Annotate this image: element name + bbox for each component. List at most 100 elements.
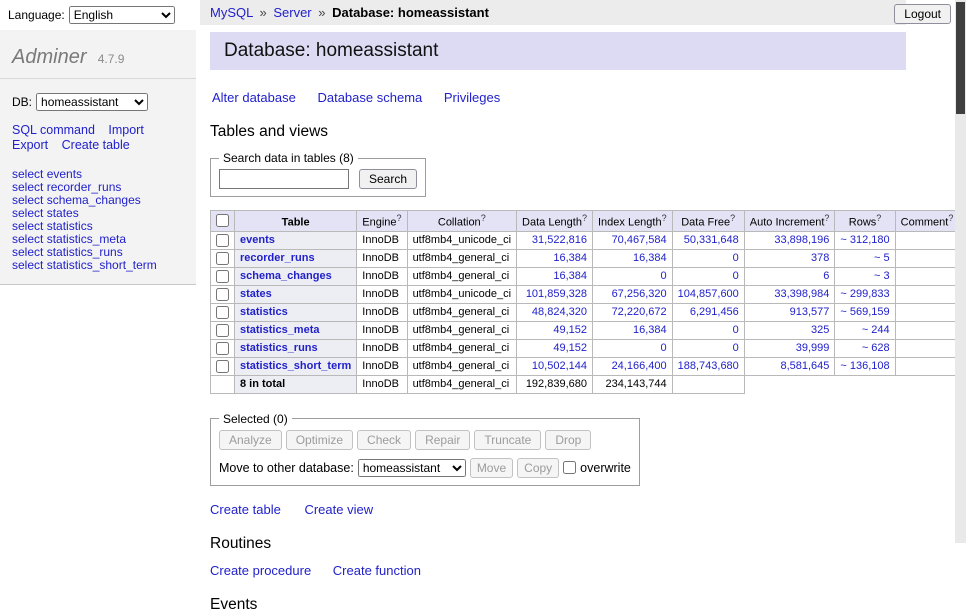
sidebar-select-link[interactable]: select [12, 180, 43, 194]
sidebar-table-link[interactable]: statistics_runs [47, 245, 123, 259]
auto-increment-link[interactable]: 6 [823, 270, 829, 282]
row-checkbox[interactable] [216, 270, 229, 283]
rows-link[interactable]: ~ 569,159 [840, 306, 889, 318]
adminer-logo-link[interactable]: Adminer [12, 46, 86, 68]
help-link[interactable]: ? [582, 213, 587, 223]
sidebar-select-link[interactable]: select [12, 258, 43, 272]
create-function-link[interactable]: Create function [333, 563, 421, 578]
auto-increment-link[interactable]: 33,398,984 [774, 288, 829, 300]
vertical-scrollbar[interactable] [955, 0, 966, 543]
sidebar-create-table-link[interactable]: Create table [62, 138, 130, 152]
sidebar-table-link[interactable]: statistics_short_term [47, 258, 157, 272]
scrollbar-thumb[interactable] [956, 2, 965, 114]
privileges-link[interactable]: Privileges [444, 90, 500, 105]
row-checkbox[interactable] [216, 252, 229, 265]
index-length-link[interactable]: 70,467,584 [612, 234, 667, 246]
help-link[interactable]: ? [397, 213, 402, 223]
sidebar-table-link[interactable]: statistics [47, 219, 93, 233]
sidebar-select-link[interactable]: select [12, 232, 43, 246]
row-checkbox[interactable] [216, 324, 229, 337]
table-link[interactable]: states [240, 288, 272, 300]
db-select[interactable]: homeassistant [36, 93, 148, 111]
analyze-button[interactable]: Analyze [219, 430, 282, 450]
sidebar-import-link[interactable]: Import [108, 123, 143, 137]
data-free-link[interactable]: 0 [733, 324, 739, 336]
database-schema-link[interactable]: Database schema [317, 90, 422, 105]
row-checkbox[interactable] [216, 360, 229, 373]
sidebar-sql-command-link[interactable]: SQL command [12, 123, 95, 137]
sidebar-select-link[interactable]: select [12, 219, 43, 233]
auto-increment-link[interactable]: 8,581,645 [780, 360, 829, 372]
breadcrumb-server-link[interactable]: Server [273, 5, 311, 20]
table-link[interactable]: recorder_runs [240, 252, 315, 264]
sidebar-select-link[interactable]: select [12, 245, 43, 259]
row-checkbox[interactable] [216, 306, 229, 319]
index-length-link[interactable]: 16,384 [633, 252, 667, 264]
help-link[interactable]: ? [876, 213, 881, 223]
rows-link[interactable]: ~ 5 [874, 252, 890, 264]
index-length-link[interactable]: 72,220,672 [612, 306, 667, 318]
data-free-link[interactable]: 0 [733, 252, 739, 264]
index-length-link[interactable]: 0 [661, 342, 667, 354]
check-button[interactable]: Check [357, 430, 411, 450]
data-free-link[interactable]: 104,857,600 [678, 288, 739, 300]
data-length-link[interactable]: 49,152 [553, 342, 587, 354]
auto-increment-link[interactable]: 39,999 [796, 342, 830, 354]
data-length-link[interactable]: 101,859,328 [526, 288, 587, 300]
logout-button[interactable]: Logout [894, 4, 951, 24]
move-db-select[interactable]: homeassistant [358, 459, 466, 477]
index-length-link[interactable]: 0 [661, 270, 667, 282]
index-length-link[interactable]: 16,384 [633, 324, 667, 336]
data-length-link[interactable]: 49,152 [553, 324, 587, 336]
index-length-link[interactable]: 24,166,400 [612, 360, 667, 372]
search-input[interactable] [219, 169, 349, 189]
sidebar-table-link[interactable]: events [47, 167, 82, 181]
language-select[interactable]: English [69, 6, 175, 24]
rows-link[interactable]: ~ 312,180 [840, 234, 889, 246]
sidebar-export-link[interactable]: Export [12, 138, 48, 152]
row-checkbox[interactable] [216, 288, 229, 301]
create-view-link[interactable]: Create view [304, 502, 373, 517]
create-table-link[interactable]: Create table [210, 502, 281, 517]
data-free-link[interactable]: 0 [733, 270, 739, 282]
repair-button[interactable]: Repair [415, 430, 470, 450]
data-free-link[interactable]: 188,743,680 [678, 360, 739, 372]
optimize-button[interactable]: Optimize [286, 430, 353, 450]
table-link[interactable]: events [240, 234, 275, 246]
help-link[interactable]: ? [730, 213, 735, 223]
auto-increment-link[interactable]: 33,898,196 [774, 234, 829, 246]
sidebar-table-link[interactable]: statistics_meta [47, 232, 126, 246]
table-link[interactable]: statistics [240, 306, 288, 318]
data-free-link[interactable]: 50,331,648 [684, 234, 739, 246]
data-length-link[interactable]: 48,824,320 [532, 306, 587, 318]
breadcrumb-mysql-link[interactable]: MySQL [210, 5, 253, 20]
data-free-link[interactable]: 0 [733, 342, 739, 354]
truncate-button[interactable]: Truncate [474, 430, 541, 450]
move-button[interactable]: Move [470, 458, 513, 478]
auto-increment-link[interactable]: 325 [811, 324, 829, 336]
data-free-link[interactable]: 6,291,456 [690, 306, 739, 318]
data-length-link[interactable]: 31,522,816 [532, 234, 587, 246]
rows-link[interactable]: ~ 136,108 [840, 360, 889, 372]
rows-link[interactable]: ~ 244 [862, 324, 890, 336]
sidebar-select-link[interactable]: select [12, 167, 43, 181]
help-link[interactable]: ? [948, 213, 953, 223]
table-link[interactable]: statistics_short_term [240, 360, 351, 372]
row-checkbox[interactable] [216, 234, 229, 247]
rows-link[interactable]: ~ 3 [874, 270, 890, 282]
help-link[interactable]: ? [662, 213, 667, 223]
search-button[interactable]: Search [359, 169, 417, 189]
alter-database-link[interactable]: Alter database [212, 90, 296, 105]
table-link[interactable]: statistics_runs [240, 342, 318, 354]
drop-button[interactable]: Drop [545, 430, 591, 450]
data-length-link[interactable]: 16,384 [553, 252, 587, 264]
index-length-link[interactable]: 67,256,320 [612, 288, 667, 300]
data-length-link[interactable]: 16,384 [553, 270, 587, 282]
copy-button[interactable]: Copy [517, 458, 559, 478]
create-procedure-link[interactable]: Create procedure [210, 563, 311, 578]
auto-increment-link[interactable]: 913,577 [790, 306, 830, 318]
table-link[interactable]: statistics_meta [240, 324, 320, 336]
sidebar-table-link[interactable]: schema_changes [47, 193, 141, 207]
rows-link[interactable]: ~ 628 [862, 342, 890, 354]
auto-increment-link[interactable]: 378 [811, 252, 829, 264]
